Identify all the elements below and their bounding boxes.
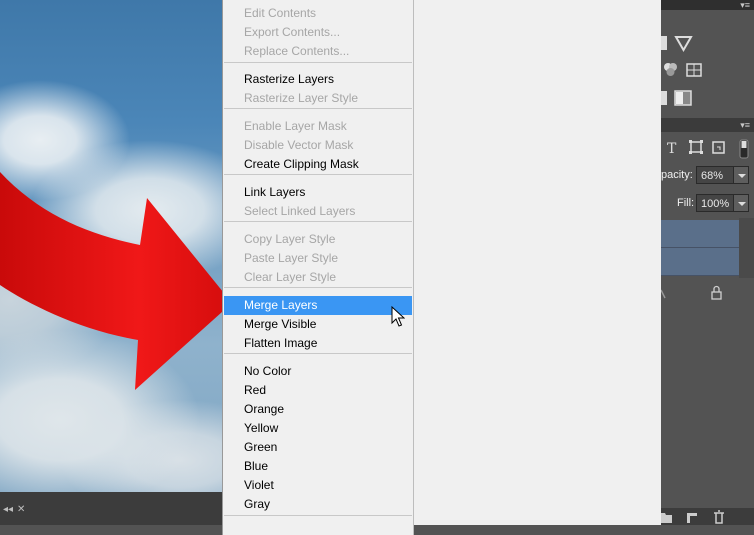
right-panel: ▾≡ ▾≡ T pacity: 68% Fill: 100% — [661, 0, 754, 525]
red-arrow-graphic — [0, 172, 222, 390]
menu-separator — [224, 174, 412, 175]
menu-item-orange[interactable]: Orange — [224, 400, 412, 419]
menu-item-link-layers[interactable]: Link Layers — [224, 183, 412, 202]
menu-separator — [224, 287, 412, 288]
menu-item-green[interactable]: Green — [224, 438, 412, 457]
menu-item-enable-layer-mask: Enable Layer Mask — [244, 119, 347, 133]
menu-item-red[interactable]: Red — [224, 381, 412, 400]
menu-item-paste-layer-style: Paste Layer Style — [244, 251, 339, 265]
menu-item-rasterize-layer-style: Rasterize Layer Style — [244, 91, 359, 105]
menu-separator — [224, 515, 412, 516]
layers-panel-footer — [661, 508, 754, 525]
menu-separator — [224, 221, 412, 222]
fill-label: Fill: — [677, 197, 695, 209]
canvas-footer-bar: ◂◂ ✕ — [0, 492, 222, 525]
lock-icon — [712, 288, 721, 299]
mouse-pointer-icon — [391, 306, 405, 327]
background-layer-row[interactable] — [661, 284, 754, 302]
menu-item-gray[interactable]: Gray — [224, 495, 412, 514]
menu-item-blue[interactable]: Blue — [224, 457, 412, 476]
layers-panel-header: ▾≡ — [661, 118, 754, 132]
menu-backdrop — [413, 0, 661, 525]
layer-row[interactable] — [661, 248, 739, 276]
menu-item-clear-layer-style: Clear Layer Style — [244, 270, 337, 284]
svg-text:T: T — [667, 141, 677, 157]
menu-item-replace-contents: Replace Contents... — [244, 44, 350, 58]
document-canvas[interactable] — [0, 0, 222, 492]
menu-item-merge-layers[interactable]: Merge Layers — [224, 296, 412, 315]
menu-item-disable-vector-mask: Disable Vector Mask — [244, 138, 354, 152]
menu-item-violet[interactable]: Violet — [224, 476, 412, 495]
menu-item-no-color[interactable]: No Color — [224, 362, 412, 381]
menu-item-export-contents: Export Contents... — [244, 25, 341, 39]
layers-panel-menu-icon[interactable]: ▾≡ — [740, 120, 750, 130]
collapse-icon[interactable]: ◂◂ — [3, 504, 13, 515]
layers-scrollbar[interactable] — [739, 218, 754, 278]
menu-item-edit-contents: Edit Contents — [244, 6, 317, 20]
opacity-label: pacity: — [661, 169, 693, 181]
layer-filter-icons[interactable]: T — [661, 138, 754, 160]
opacity-dropdown-icon[interactable] — [733, 166, 749, 184]
menu-item-merge-visible[interactable]: Merge Visible — [224, 315, 412, 334]
layer-context-menu: Edit Contents Export Contents... Replace C… — [222, 0, 414, 535]
menu-item-copy-layer-style: Copy Layer Style — [244, 232, 336, 246]
menu-separator — [224, 108, 412, 109]
fill-input[interactable]: 100% — [696, 194, 734, 212]
panel-menu-icon[interactable]: ▾≡ — [740, 0, 750, 10]
menu-separator — [224, 62, 412, 63]
adjustment-icons[interactable] — [661, 36, 754, 106]
new-group-icon[interactable] — [661, 513, 672, 523]
menu-item-create-clipping-mask[interactable]: Create Clipping Mask — [224, 155, 412, 174]
fill-dropdown-icon[interactable] — [733, 194, 749, 212]
menu-item-rasterize-layers[interactable]: Rasterize Layers — [224, 70, 412, 89]
opacity-input[interactable]: 68% — [696, 166, 734, 184]
menu-item-select-linked-layers: Select Linked Layers — [244, 204, 356, 218]
menu-separator — [224, 353, 412, 354]
close-icon[interactable]: ✕ — [17, 504, 25, 515]
layer-row[interactable] — [661, 220, 739, 248]
trash-icon[interactable] — [714, 510, 724, 524]
menu-item-flatten-image[interactable]: Flatten Image — [224, 334, 412, 353]
menu-item-yellow[interactable]: Yellow — [224, 419, 412, 438]
panel-top-bar: ▾≡ — [661, 0, 754, 10]
